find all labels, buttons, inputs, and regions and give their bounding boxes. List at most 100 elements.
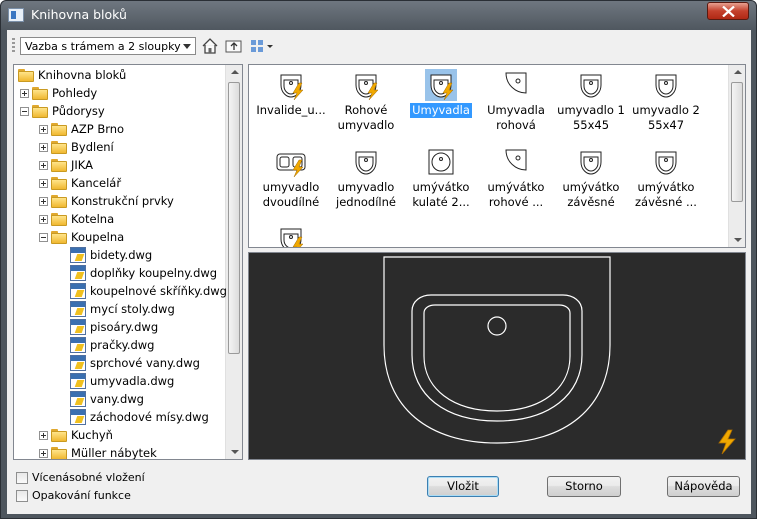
expand-icon[interactable] [39,160,48,170]
gallery-block-item[interactable]: umyvadlo 2 55x47 [628,69,704,133]
gallery-block-item[interactable]: umývátko závěsné ... [628,146,704,210]
gallery-block-item[interactable]: umývátko rohové ... [478,146,554,210]
folder-icon [32,86,48,100]
expand-icon[interactable] [20,88,29,98]
tree-file-item[interactable]: záchodové mísy.dwg [58,408,209,426]
double-sink-icon [275,146,307,178]
dwg-file-icon [70,319,86,335]
gallery-block-label: umyvadlo 2 55x47 [632,103,700,132]
library-combo-value: Vazba s trámem a 2 sloupky [25,40,181,53]
folder-icon [51,212,67,226]
multiple-insert-label: Vícenásobné vložení [32,471,145,484]
folder-icon [51,122,67,136]
tree-item-label: mycí stoly.dwg [90,302,175,316]
scroll-down-icon[interactable] [231,450,239,454]
folder-icon [51,428,67,442]
tree-file-item[interactable]: pisoáry.dwg [58,318,158,336]
tree-file-item[interactable]: doplňky koupelny.dwg [58,264,217,282]
tree-item-label: Půdorysy [52,104,105,118]
home-icon [202,38,218,54]
gallery-block-label: umývátko kulaté 2... [412,180,470,209]
cancel-button[interactable]: Storno [547,476,621,497]
close-button[interactable] [707,2,749,20]
tree-folder-item[interactable]: Konstrukční prvky [39,192,174,210]
multiple-insert-option[interactable]: Vícenásobné vložení [16,471,145,484]
hanging-basin-2-icon [650,146,682,178]
tree-item-label: Kuchyň [71,428,113,442]
gallery-block-item[interactable]: Umyvadla [403,69,479,118]
gallery-scroll-down-icon[interactable] [734,238,742,242]
expand-icon[interactable] [39,142,48,152]
gallery-block-item[interactable]: umyvadlo 1 55x45 [553,69,629,133]
expand-icon[interactable] [39,178,48,188]
corner-sink-small-icon [350,69,382,101]
scroll-up-icon[interactable] [231,70,239,74]
gallery-scrollbar[interactable] [728,65,745,247]
library-tree[interactable]: Knihovna bloků Pohledy Půdorysy AZP Brno Byd… [13,64,243,460]
view-mode-button[interactable] [249,37,275,55]
tree-folder-item[interactable]: JIKA [39,156,93,174]
tree-folder-item[interactable]: Kancelář [39,174,121,192]
close-icon [722,6,735,17]
expand-icon[interactable] [39,196,48,206]
dwg-file-icon [70,265,86,281]
tree-folder-item[interactable]: AZP Brno [39,120,124,138]
multiple-insert-checkbox[interactable] [16,471,28,484]
corner-basin-icon [500,146,532,178]
tree-folder-item[interactable]: Kuchyň [39,426,113,444]
gallery-block-label: umývátko rohové ... [487,180,545,209]
gallery-scroll-thumb[interactable] [731,82,743,202]
folder-up-icon [225,40,242,53]
gallery-block-item[interactable]: umyvadlo dvoudílné [253,146,329,210]
tree-file-item[interactable]: koupelnové skříňky.dwg [58,282,227,300]
tree-file-item[interactable]: pračky.dwg [58,336,154,354]
tree-scroll-thumb[interactable] [228,82,240,354]
folder-icon [51,176,67,190]
insert-button[interactable]: Vložit [427,476,499,497]
folder-up-button[interactable] [224,37,244,55]
collapse-icon[interactable] [39,232,48,242]
block-library-window: Knihovna bloků Vazba s trámem a 2 sloupk… [0,0,757,519]
tree-item-label: Knihovna bloků [38,68,127,82]
home-button[interactable] [200,37,220,55]
tree-file-item[interactable]: sprchové vany.dwg [58,354,200,372]
expand-icon[interactable] [39,214,48,224]
gallery-block-item[interactable] [253,223,329,247]
gallery-block-label: Umyvadla rohová [487,103,545,132]
expand-icon[interactable] [39,430,48,440]
tree-folder-item[interactable]: Bydlení [39,138,114,156]
expand-icon[interactable] [39,124,48,134]
tree-folder-item[interactable]: Koupelna [39,228,124,246]
gallery-block-item[interactable]: umývátko závěsné [553,146,629,210]
block-preview [248,252,746,460]
gallery-block-item[interactable]: Invalide_u... [253,69,329,118]
tree-file-item[interactable]: mycí stoly.dwg [58,300,175,318]
tree-folder-item[interactable]: Půdorysy [20,102,105,120]
expand-icon[interactable] [39,448,48,458]
repeat-function-checkbox[interactable] [16,489,28,502]
tree-folder-item[interactable]: Knihovna bloků [18,66,126,84]
folder-icon [51,194,67,208]
tree-file-item[interactable]: vany.dwg [58,390,144,408]
gallery-block-item[interactable]: Rohové umyvadlo [328,69,404,133]
repeat-function-label: Opakování funkce [32,489,131,502]
tree-file-item[interactable]: umyvadla.dwg [58,372,174,390]
dwg-file-icon [70,247,86,263]
library-combo[interactable]: Vazba s trámem a 2 sloupky [20,37,196,55]
hanging-basin-icon [575,146,607,178]
dwg-file-icon [70,409,86,425]
block-gallery[interactable]: Invalide_u... Rohové umyvadlo Umyvadla Umyv… [248,64,746,248]
gallery-block-item[interactable]: Umyvadla rohová [478,69,554,133]
gallery-scroll-up-icon[interactable] [734,70,742,74]
repeat-function-option[interactable]: Opakování funkce [16,489,131,502]
tree-scrollbar[interactable] [225,65,242,459]
gallery-block-item[interactable]: umyvadlo jednodílné [328,146,404,210]
tree-file-item[interactable]: bidety.dwg [58,246,152,264]
tree-folder-item[interactable]: Müller nábytek [39,444,157,459]
tree-folder-item[interactable]: Pohledy [20,84,97,102]
help-button[interactable]: Nápověda [667,476,740,497]
gallery-block-item[interactable]: umývátko kulaté 2... [403,146,479,210]
folder-icon [51,158,67,172]
tree-folder-item[interactable]: Kotelna [39,210,114,228]
collapse-icon[interactable] [20,106,29,116]
